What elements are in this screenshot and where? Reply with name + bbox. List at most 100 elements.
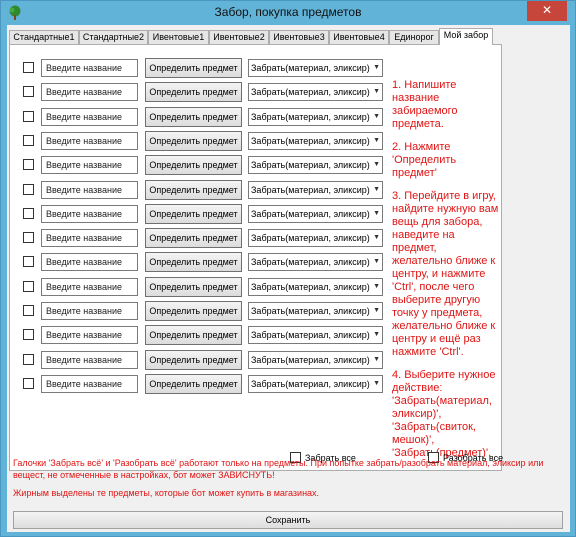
item-enable-checkbox[interactable] <box>23 232 34 244</box>
action-select-value: Забрать(материал, эликсир) <box>251 87 370 98</box>
action-select-value: Забрать(материал, эликсир) <box>251 184 370 195</box>
detect-item-button[interactable]: Определить предмет <box>145 203 242 224</box>
item-row: Введите название Определить предмет Забрат… <box>10 276 390 297</box>
action-select-value: Забрать(материал, эликсир) <box>251 160 370 171</box>
item-enable-checkbox[interactable] <box>23 183 34 195</box>
item-enable-checkbox[interactable] <box>23 207 34 219</box>
item-name-input[interactable]: Введите название <box>41 253 138 272</box>
detect-item-button[interactable]: Определить предмет <box>145 276 242 297</box>
item-enable-checkbox[interactable] <box>23 353 34 365</box>
item-row: Введите название Определить предмет Забрат… <box>10 252 390 273</box>
item-name-input[interactable]: Введите название <box>41 83 138 102</box>
detect-item-button[interactable]: Определить предмет <box>145 179 242 200</box>
action-select[interactable]: Забрать(материал, эликсир) ▼ <box>248 131 383 150</box>
item-enable-checkbox[interactable] <box>23 159 34 171</box>
chevron-down-icon: ▼ <box>373 64 380 71</box>
detect-item-button[interactable]: Определить предмет <box>145 106 242 127</box>
chevron-down-icon: ▼ <box>373 112 380 120</box>
tab-event-3[interactable]: Ивентовые3 <box>269 30 329 44</box>
instructions: 1. Напишите название забираемого предмет… <box>392 79 500 470</box>
item-name-input[interactable]: Введите название <box>41 131 138 150</box>
item-row: Введите название Определить предмет Забрат… <box>10 301 390 321</box>
action-select[interactable]: Забрать(материал, эликсир) ▼ <box>248 326 383 345</box>
action-select[interactable]: Забрать(материал, эликсир) ▼ <box>248 253 383 272</box>
item-name-input[interactable]: Введите название <box>41 229 138 248</box>
detect-item-button[interactable]: Определить предмет <box>145 349 242 370</box>
item-name-input[interactable]: Введите название <box>41 302 138 320</box>
tab-panel-my-pickup: Введите название Определить предмет Забрат… <box>9 44 503 471</box>
detect-item-button[interactable]: Определить предмет <box>145 252 242 273</box>
tab-unicorn[interactable]: Единорог <box>389 30 439 44</box>
save-button[interactable]: Сохранить <box>13 511 563 529</box>
chevron-down-icon: ▼ <box>373 234 380 242</box>
detect-item-button[interactable]: Определить предмет <box>145 373 242 394</box>
detect-item-button[interactable]: Определить предмет <box>145 228 242 249</box>
window-title: Забор, покупка предметов <box>214 5 362 19</box>
item-enable-checkbox[interactable] <box>23 256 34 268</box>
item-name-input[interactable]: Введите название <box>41 350 138 369</box>
chevron-down-icon: ▼ <box>373 185 380 193</box>
item-name-input[interactable]: Введите название <box>41 326 138 345</box>
item-enable-checkbox[interactable] <box>23 377 34 389</box>
instruction-step-2: 2. Нажмите 'Определить предмет' <box>392 141 457 179</box>
item-row: Введите название Определить предмет Забрат… <box>10 373 390 394</box>
action-select[interactable]: Забрать(материал, эликсир) ▼ <box>248 204 383 223</box>
action-select[interactable]: Забрать(материал, эликсир) ▼ <box>248 229 383 248</box>
item-enable-checkbox[interactable] <box>23 305 34 316</box>
chevron-down-icon: ▼ <box>373 88 380 96</box>
detect-item-button[interactable]: Определить предмет <box>145 301 242 321</box>
title-bar[interactable]: Забор, покупка предметов ✕ <box>1 1 575 25</box>
action-select[interactable]: Забрать(материал, эликсир) ▼ <box>248 83 383 102</box>
detect-item-button[interactable]: Определить предмет <box>145 58 242 78</box>
action-select[interactable]: Забрать(материал, эликсир) ▼ <box>248 107 383 126</box>
tab-event-4[interactable]: Ивентовые4 <box>329 30 389 44</box>
item-name-input[interactable]: Введите название <box>41 156 138 175</box>
item-row: Введите название Определить предмет Забрат… <box>10 349 390 370</box>
item-name-input[interactable]: Введите название <box>41 180 138 199</box>
tab-event-1[interactable]: Ивентовые1 <box>148 30 209 44</box>
item-row: Введите название Определить предмет Забрат… <box>10 155 390 176</box>
action-select-value: Забрать(материал, эликсир) <box>251 281 370 292</box>
item-enable-checkbox[interactable] <box>23 62 34 73</box>
item-name-input[interactable]: Введите название <box>41 59 138 77</box>
action-select[interactable]: Забрать(материал, эликсир) ▼ <box>248 59 383 77</box>
action-select[interactable]: Забрать(материал, эликсир) ▼ <box>248 374 383 393</box>
detect-item-button[interactable]: Определить предмет <box>145 130 242 151</box>
tab-my-pickup[interactable]: Мой забор <box>439 28 493 45</box>
action-select-value: Забрать(материал, эликсир) <box>251 233 370 244</box>
action-select[interactable]: Забрать(материал, эликсир) ▼ <box>248 180 383 199</box>
tab-standard-1[interactable]: Стандартные1 <box>9 30 79 44</box>
item-enable-checkbox[interactable] <box>23 86 34 98</box>
item-name-input[interactable]: Введите название <box>41 277 138 296</box>
action-select[interactable]: Забрать(материал, эликсир) ▼ <box>248 350 383 369</box>
item-enable-checkbox[interactable] <box>23 110 34 122</box>
chevron-down-icon: ▼ <box>373 282 380 290</box>
tab-standard-2[interactable]: Стандартные2 <box>79 30 148 44</box>
item-name-input[interactable]: Введите название <box>41 107 138 126</box>
action-select-value: Забрать(материал, эликсир) <box>251 378 370 389</box>
action-select-value: Забрать(материал, эликсир) <box>251 208 370 219</box>
item-row: Введите название Определить предмет Забрат… <box>10 179 390 200</box>
item-name-input[interactable]: Введите название <box>41 204 138 223</box>
close-button[interactable]: ✕ <box>527 1 567 21</box>
item-enable-checkbox[interactable] <box>23 280 34 292</box>
item-name-input[interactable]: Введите название <box>41 374 138 393</box>
tab-event-2[interactable]: Ивентовые2 <box>209 30 269 44</box>
item-row: Введите название Определить предмет Забрат… <box>10 130 390 151</box>
action-select[interactable]: Забрать(материал, эликсир) ▼ <box>248 302 383 320</box>
chevron-down-icon: ▼ <box>373 307 380 314</box>
detect-item-button[interactable]: Определить предмет <box>145 155 242 176</box>
action-select[interactable]: Забрать(материал, эликсир) ▼ <box>248 156 383 175</box>
action-select[interactable]: Забрать(материал, эликсир) ▼ <box>248 277 383 296</box>
action-select-value: Забрать(материал, эликсир) <box>251 306 370 316</box>
item-enable-checkbox[interactable] <box>23 329 34 341</box>
detect-item-button[interactable]: Определить предмет <box>145 82 242 103</box>
item-row: Введите название Определить предмет Забрат… <box>10 203 390 224</box>
action-select-value: Забрать(материал, эликсир) <box>251 354 370 365</box>
action-select-value: Забрать(материал, эликсир) <box>251 111 370 122</box>
item-enable-checkbox[interactable] <box>23 134 34 146</box>
item-row: Введите название Определить предмет Забрат… <box>10 106 390 127</box>
item-row: Введите название Определить предмет Забрат… <box>10 58 390 78</box>
detect-item-button[interactable]: Определить предмет <box>145 325 242 346</box>
instruction-step-4: 4. Выберите нужное действие: 'Забрать(ма… <box>392 369 496 459</box>
